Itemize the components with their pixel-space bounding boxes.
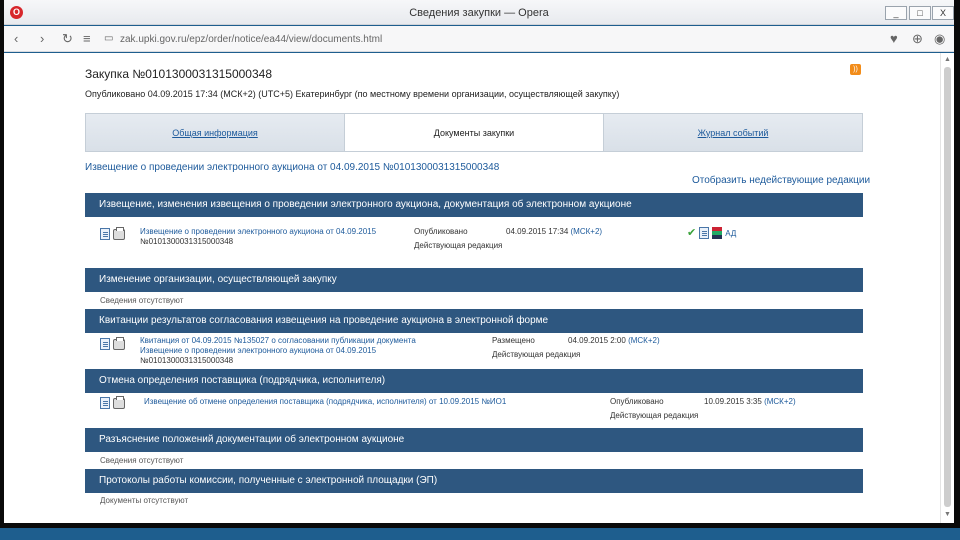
download-icon[interactable]: ⊕ <box>912 31 923 47</box>
document-number: №0101300031315000348 <box>140 356 234 365</box>
section-header-notice: Извещение, изменения извещения о проведе… <box>85 193 863 217</box>
title-bar: O Сведения закупки — Opera _ □ X <box>4 0 954 25</box>
account-icon[interactable]: ◉ <box>934 31 945 47</box>
empty-state-text: Документы отсутствуют <box>100 496 189 505</box>
reload-icon[interactable]: ↻ <box>62 31 73 47</box>
document-number: №0101300031315000348 <box>140 237 234 246</box>
timezone-link[interactable]: (МСК+2) <box>571 227 603 236</box>
scroll-down-icon[interactable]: ▼ <box>944 511 951 518</box>
heart-icon[interactable]: ♥ <box>890 31 898 47</box>
section-header-receipts: Квитанции результатов согласования извещ… <box>85 309 863 333</box>
empty-state-text: Сведения отсутствуют <box>100 456 184 465</box>
scroll-up-icon[interactable]: ▲ <box>944 56 951 63</box>
published-info: Опубликовано 04.09.2015 17:34 (МСК+2) (U… <box>85 89 620 99</box>
signature-icon[interactable] <box>712 227 723 239</box>
rss-icon[interactable]: )) <box>850 64 861 75</box>
browser-toolbar: ‹ › ↻ ≡ ▭ zak.upki.gov.ru/epz/order/noti… <box>4 26 954 52</box>
notice-link[interactable]: Извещение о проведении электронного аукц… <box>85 162 499 173</box>
scrollbar-thumb[interactable] <box>944 67 951 507</box>
nav-forward-icon[interactable]: › <box>40 31 44 47</box>
document-title[interactable]: Квитанция от 04.09.2015 №135027 о соглас… <box>140 336 416 366</box>
status-date: 10.09.2015 3:35 (МСК+2) <box>704 397 796 406</box>
document-title[interactable]: Извещение об отмене определения поставщи… <box>144 397 506 407</box>
nav-back-icon[interactable]: ‹ <box>14 31 18 47</box>
doc-actions <box>100 396 125 409</box>
window-border-right <box>954 0 960 525</box>
empty-state-text: Сведения отсутствуют <box>100 296 184 305</box>
print-icon[interactable] <box>113 337 125 350</box>
status-date-value: 10.09.2015 3:35 <box>704 397 762 406</box>
doc-actions <box>100 227 125 240</box>
address-bar[interactable]: zak.upki.gov.ru/epz/order/notice/ea44/vi… <box>120 31 820 48</box>
window-title: Сведения закупки — Opera <box>409 7 549 19</box>
section-header-clarification: Разъяснение положений документации об эл… <box>85 428 863 452</box>
print-icon[interactable] <box>113 396 125 409</box>
window-border-bottom <box>0 523 960 528</box>
status-edition: Действующая редакция <box>492 350 581 359</box>
row-extra-actions: ✔ АД <box>687 227 736 239</box>
tab-event-log[interactable]: Журнал событий <box>604 114 862 151</box>
section-header-org-change: Изменение организации, осуществляющей за… <box>85 268 863 292</box>
document-title[interactable]: Извещение о проведении электронного аукц… <box>140 227 376 247</box>
document-icon[interactable] <box>100 338 110 350</box>
timezone-link[interactable]: (МСК+2) <box>764 397 796 406</box>
doc-actions <box>100 337 125 350</box>
show-inactive-link[interactable]: Отобразить недействующие редакции <box>692 175 870 186</box>
opera-window: O Сведения закупки — Opera _ □ X ‹ › ↻ ≡… <box>0 0 960 540</box>
status-edition: Действующая редакция <box>414 241 503 250</box>
tab-bar: Общая информация Документы закупки Журна… <box>85 113 863 152</box>
status-label: Размещено <box>492 336 535 345</box>
document-icon[interactable] <box>699 227 710 239</box>
document-line[interactable]: Извещение о проведении электронного аукц… <box>140 346 416 356</box>
status-date: 04.09.2015 2:00 (МСК+2) <box>568 336 660 345</box>
page-title: Закупка №0101300031315000348 <box>85 67 273 81</box>
page-content: Закупка №0101300031315000348 )) Опублико… <box>4 53 940 523</box>
minimize-button[interactable]: _ <box>885 6 907 20</box>
section-header-protocols: Протоколы работы комиссии, полученные с … <box>85 469 863 493</box>
status-label: Опубликовано <box>414 227 468 236</box>
document-icon[interactable] <box>100 228 110 240</box>
grid-icon[interactable]: ≡ <box>83 31 91 47</box>
status-date: 04.09.2015 17:34 (МСК+2) <box>506 227 602 236</box>
tab-purchase-documents[interactable]: Документы закупки <box>345 114 604 151</box>
status-edition: Действующая редакция <box>610 411 699 420</box>
page-icon[interactable]: ▭ <box>104 31 113 47</box>
status-date-value: 04.09.2015 2:00 <box>568 336 626 345</box>
document-icon[interactable] <box>100 397 110 409</box>
check-icon: ✔ <box>687 226 697 239</box>
vertical-scrollbar[interactable]: ▲ ▼ <box>940 53 954 523</box>
close-button[interactable]: X <box>932 6 954 20</box>
print-icon[interactable] <box>113 227 125 240</box>
status-label: Опубликовано <box>610 397 664 406</box>
status-date-value: 04.09.2015 17:34 <box>506 227 569 236</box>
timezone-link[interactable]: (МСК+2) <box>628 336 660 345</box>
document-line[interactable]: Извещение о проведении электронного аукц… <box>140 227 376 237</box>
document-line[interactable]: Извещение об отмене определения поставщи… <box>144 397 506 407</box>
section-header-cancel: Отмена определения поставщика (подрядчик… <box>85 369 863 393</box>
ad-link[interactable]: АД <box>725 229 736 238</box>
maximize-button[interactable]: □ <box>909 6 931 20</box>
tab-general-info[interactable]: Общая информация <box>86 114 345 151</box>
document-line[interactable]: Квитанция от 04.09.2015 №135027 о соглас… <box>140 336 416 346</box>
